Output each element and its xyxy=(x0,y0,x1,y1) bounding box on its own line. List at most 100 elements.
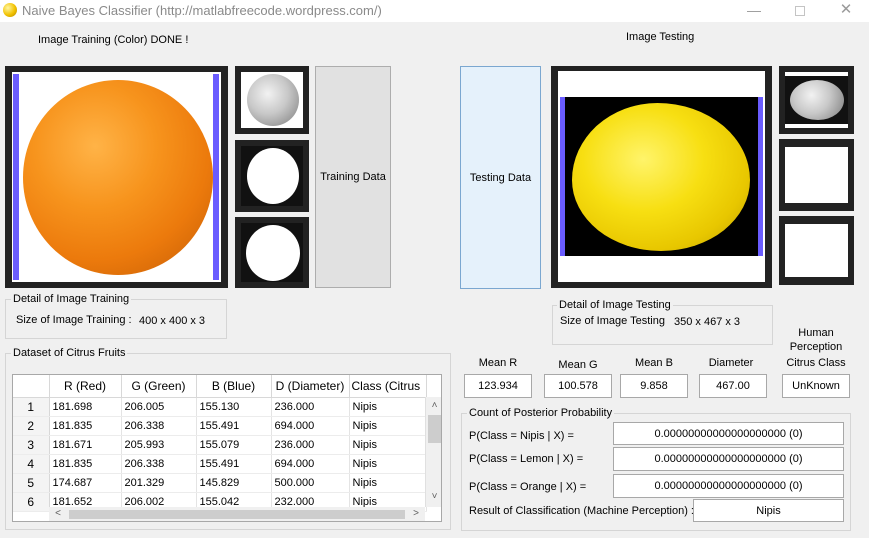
testing-title: Image Testing xyxy=(626,31,695,43)
mean-b-field[interactable]: 9.858 xyxy=(620,374,688,398)
cell-green[interactable]: 206.338 xyxy=(121,454,197,474)
window-title: Naive Bayes Classifier (http://matlabfre… xyxy=(22,3,382,18)
horizontal-scrollbar[interactable]: < > xyxy=(49,507,425,521)
training-size-label: Size of Image Training : xyxy=(16,314,132,326)
row-number: 5 xyxy=(13,473,50,493)
table-row[interactable]: 4 181.835 206.338 155.491 694.000 Nipis xyxy=(13,454,427,474)
lemon-app-icon xyxy=(3,3,17,17)
orange-fruit-image xyxy=(23,80,213,275)
human-perception-label: Human Perception xyxy=(789,327,843,353)
cell-class[interactable]: Nipis xyxy=(349,416,427,436)
cell-blue[interactable]: 155.079 xyxy=(196,435,272,455)
maximize-button[interactable] xyxy=(777,0,823,22)
cell-green[interactable]: 205.993 xyxy=(121,435,197,455)
result-field[interactable]: Nipis xyxy=(693,499,844,522)
row-number: 6 xyxy=(13,492,50,512)
cell-diameter[interactable]: 236.000 xyxy=(271,435,350,455)
left-border-strip xyxy=(560,97,565,256)
training-status: Image Training (Color) DONE ! xyxy=(38,34,189,46)
cell-green[interactable]: 206.005 xyxy=(121,397,197,417)
cell-green[interactable]: 206.338 xyxy=(121,416,197,436)
filled-mask-image xyxy=(246,225,300,281)
cell-green[interactable]: 201.329 xyxy=(121,473,197,493)
table-row[interactable]: 3 181.671 205.993 155.079 236.000 Nipis xyxy=(13,435,427,455)
right-border-strip xyxy=(213,74,219,280)
mean-g-field[interactable]: 100.578 xyxy=(544,374,612,398)
training-binary-frame xyxy=(235,140,309,212)
dataset-table[interactable]: R (Red) G (Green) B (Blue) D (Diameter) … xyxy=(12,374,442,522)
table-row[interactable]: 2 181.835 206.338 155.491 694.000 Nipis xyxy=(13,416,427,436)
training-fill-frame xyxy=(235,217,309,288)
cell-class[interactable]: Nipis xyxy=(349,397,427,417)
row-number: 1 xyxy=(13,397,50,417)
training-image xyxy=(12,72,221,282)
scroll-down-icon[interactable]: ˅ xyxy=(426,490,441,504)
row-number: 2 xyxy=(13,416,50,436)
horizontal-scroll-thumb[interactable] xyxy=(69,510,405,519)
vertical-scroll-thumb[interactable] xyxy=(428,415,441,443)
testing-gray-frame xyxy=(779,66,854,134)
cell-diameter[interactable]: 500.000 xyxy=(271,473,350,493)
lemon-fruit-image xyxy=(572,103,750,251)
training-image-frame xyxy=(5,66,228,288)
p-nipis-field[interactable]: 0.00000000000000000000 (0) xyxy=(613,422,844,445)
cell-blue[interactable]: 155.491 xyxy=(196,454,272,474)
testing-image-frame xyxy=(551,66,772,288)
testing-image xyxy=(558,71,765,282)
p-lemon-label: P(Class = Lemon | X) = xyxy=(469,453,584,465)
posterior-title: Count of Posterior Probability xyxy=(467,407,615,419)
training-size-value: 400 x 400 x 3 xyxy=(139,315,206,327)
mean-r-field[interactable]: 123.934 xyxy=(464,374,532,398)
row-number: 3 xyxy=(13,435,50,455)
testing-detail-title: Detail of Image Testing xyxy=(557,299,673,311)
p-lemon-field[interactable]: 0.00000000000000000000 (0) xyxy=(613,447,844,471)
gray-lemon-image xyxy=(790,80,844,120)
diameter-field[interactable]: 467.00 xyxy=(699,374,767,398)
right-border-strip xyxy=(758,97,763,256)
table-row[interactable]: 1 181.698 206.005 155.130 236.000 Nipis xyxy=(13,397,427,417)
cell-blue[interactable]: 155.491 xyxy=(196,416,272,436)
testing-binary-image xyxy=(785,147,848,203)
cell-diameter[interactable]: 236.000 xyxy=(271,397,350,417)
vertical-scrollbar[interactable]: ˄ ˅ xyxy=(425,397,441,507)
row-number: 4 xyxy=(13,454,50,474)
cell-red[interactable]: 181.698 xyxy=(49,397,122,417)
cell-class[interactable]: Nipis xyxy=(349,473,427,493)
citrus-class-label: Citrus Class xyxy=(786,357,846,369)
cell-class[interactable]: Nipis xyxy=(349,435,427,455)
cell-diameter[interactable]: 694.000 xyxy=(271,454,350,474)
diameter-label: Diameter xyxy=(708,357,754,369)
testing-size-label: Size of Image Testing xyxy=(560,315,665,327)
cell-class[interactable]: Nipis xyxy=(349,454,427,474)
column-header-blue[interactable]: B (Blue) xyxy=(196,375,272,398)
column-header-red[interactable]: R (Red) xyxy=(49,375,122,398)
cell-red[interactable]: 174.687 xyxy=(49,473,122,493)
training-gray-frame xyxy=(235,66,309,134)
column-header-diameter[interactable]: D (Diameter) xyxy=(271,375,350,398)
scroll-right-icon[interactable]: > xyxy=(409,507,423,521)
cell-red[interactable]: 181.671 xyxy=(49,435,122,455)
scroll-up-icon[interactable]: ˄ xyxy=(426,399,441,413)
minimize-button[interactable]: — xyxy=(731,0,777,22)
cell-blue[interactable]: 145.829 xyxy=(196,473,272,493)
cell-red[interactable]: 181.835 xyxy=(49,454,122,474)
p-orange-label: P(Class = Orange | X) = xyxy=(469,481,587,493)
table-row[interactable]: 5 174.687 201.329 145.829 500.000 Nipis xyxy=(13,473,427,493)
cell-red[interactable]: 181.835 xyxy=(49,416,122,436)
column-header-class[interactable]: Class (Citrus xyxy=(349,375,427,398)
scroll-left-icon[interactable]: < xyxy=(51,507,65,521)
p-nipis-label: P(Class = Nipis | X) = xyxy=(469,430,574,442)
mean-r-label: Mean R xyxy=(478,357,518,369)
training-detail-title: Detail of Image Training xyxy=(11,293,132,305)
close-button[interactable]: ✕ xyxy=(823,0,869,22)
dataset-title: Dataset of Citrus Fruits xyxy=(11,347,128,359)
training-data-button[interactable]: Training Data xyxy=(315,66,391,288)
column-header-green[interactable]: G (Green) xyxy=(121,375,197,398)
mean-b-label: Mean B xyxy=(635,357,673,369)
citrus-class-field[interactable]: UnKnown xyxy=(782,374,850,398)
gray-sphere-image xyxy=(247,74,299,126)
testing-data-button[interactable]: Testing Data xyxy=(460,66,541,289)
p-orange-field[interactable]: 0.00000000000000000000 (0) xyxy=(613,474,844,498)
cell-diameter[interactable]: 694.000 xyxy=(271,416,350,436)
cell-blue[interactable]: 155.130 xyxy=(196,397,272,417)
